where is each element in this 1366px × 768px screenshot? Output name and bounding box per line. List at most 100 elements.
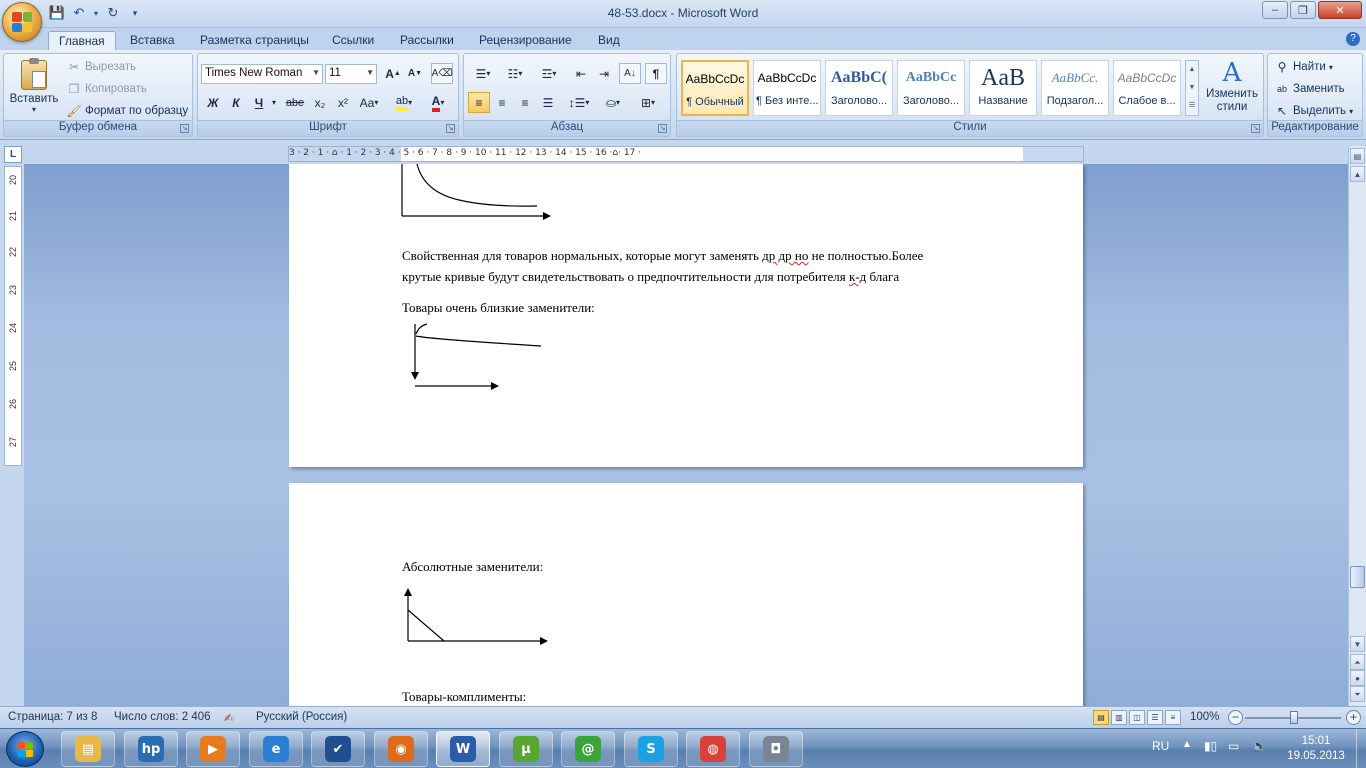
start-button[interactable] <box>6 731 44 767</box>
outline-icon[interactable]: ☰ <box>1147 710 1163 725</box>
minimize-button[interactable]: – <box>1262 1 1288 19</box>
office-button[interactable] <box>2 2 42 42</box>
paragraph-text[interactable]: Свойственная для товаров нормальных, кот… <box>402 245 923 266</box>
zoom-level[interactable]: 100% <box>1190 711 1219 723</box>
font-size-select[interactable]: 11 ▼ <box>325 64 377 84</box>
paragraph-text[interactable]: крутые кривые будут свидетельствовать о … <box>402 266 899 287</box>
style-subtitle[interactable]: AaBbCc. Подзагол... <box>1041 60 1109 116</box>
show-marks-button[interactable]: ¶ <box>645 63 667 84</box>
tab-view[interactable]: Вид <box>588 31 630 50</box>
numbering-button[interactable]: ☷ ▾ <box>500 63 530 84</box>
tab-home[interactable]: Главная <box>48 31 116 50</box>
font-family-select[interactable]: Times New Roman ▼ <box>201 64 323 84</box>
bold-button[interactable]: Ж <box>202 92 224 113</box>
dialog-launcher-icon[interactable]: ↘ <box>658 124 667 133</box>
align-center-button[interactable]: ≡ <box>491 92 513 113</box>
underline-button[interactable]: Ч <box>248 92 270 113</box>
browse-object-icon[interactable]: ● <box>1350 670 1365 686</box>
taskbar-app-hp[interactable]: hp <box>124 731 178 767</box>
style-normal[interactable]: AaBbCcDc ¶ Обычный <box>681 60 749 116</box>
spelling-error[interactable]: др др но <box>762 248 808 263</box>
dialog-launcher-icon[interactable]: ↘ <box>446 124 455 133</box>
next-page-icon[interactable]: ⏷ <box>1350 686 1365 702</box>
vertical-ruler[interactable]: 20 21 22 23 24 25 26 27 <box>4 166 22 466</box>
taskbar-app-chrome[interactable]: ◍ <box>686 731 740 767</box>
strikethrough-button[interactable]: abe <box>283 92 307 113</box>
line-spacing-button[interactable]: ↕☰ ▾ <box>564 92 594 113</box>
taskbar-app-explorer[interactable]: ▤ <box>61 731 115 767</box>
bullets-button[interactable]: ☰ ▾ <box>468 63 498 84</box>
tab-selector[interactable]: L <box>4 146 22 163</box>
tab-insert[interactable]: Вставка <box>120 31 185 50</box>
dialog-launcher-icon[interactable]: ↘ <box>180 124 189 133</box>
paragraph-text[interactable]: Товары очень близкие заменители: <box>402 297 595 318</box>
horizontal-ruler[interactable]: 3 · 2 · 1 · ⌂ · 1 · 2 · 3 · 4 · 5 · 6 · … <box>288 146 1084 162</box>
full-screen-reading-icon[interactable]: ▥ <box>1111 710 1127 725</box>
replace-button[interactable]: ab Заменить <box>1274 81 1345 97</box>
tab-mailings[interactable]: Рассылки <box>390 31 464 50</box>
copy-button[interactable]: ❐ Копировать <box>66 81 147 97</box>
proofing-icon[interactable]: ✍ <box>224 711 234 725</box>
cut-button[interactable]: ✂ Вырезать <box>66 59 136 75</box>
tab-page-layout[interactable]: Разметка страницы <box>190 31 319 50</box>
battery-icon[interactable]: ▭ <box>1228 739 1239 753</box>
justify-button[interactable]: ☰ <box>537 92 559 113</box>
select-button[interactable]: ↖ Выделить ▾ <box>1274 103 1353 119</box>
subscript-button[interactable]: x₂ <box>309 92 331 113</box>
style-heading-2[interactable]: AaBbCc Заголово... <box>897 60 965 116</box>
show-desktop-button[interactable] <box>1356 729 1366 768</box>
restore-button[interactable]: ❐ <box>1290 1 1316 19</box>
increase-indent-button[interactable]: ⇥ <box>593 63 615 84</box>
close-button[interactable]: ✕ <box>1318 1 1362 19</box>
font-color-button[interactable]: A ▾ <box>422 92 454 113</box>
taskbar-app-word[interactable]: W <box>436 731 490 767</box>
paste-button[interactable]: Вставить ▾ <box>8 58 60 120</box>
vertical-scrollbar[interactable]: ▤ ▲ ▼ ⏶ ● ⏷ <box>1348 146 1366 706</box>
scroll-thumb[interactable] <box>1350 566 1365 588</box>
page[interactable]: Абсолютные заменители: Товары-комплимент… <box>289 483 1083 706</box>
previous-page-icon[interactable]: ⏶ <box>1350 654 1365 670</box>
language-indicator[interactable]: Русский (Россия) <box>256 711 347 723</box>
web-layout-icon[interactable]: ◫ <box>1129 710 1145 725</box>
scroll-up-icon[interactable]: ▲ <box>1350 166 1365 182</box>
tab-references[interactable]: Ссылки <box>322 31 384 50</box>
tab-review[interactable]: Рецензирование <box>469 31 582 50</box>
sort-button[interactable]: A↓ <box>619 63 641 84</box>
find-button[interactable]: ⚲ Найти ▾ <box>1274 59 1333 75</box>
paragraph-text[interactable]: Абсолютные заменители: <box>402 556 543 577</box>
taskbar-app-utorrent[interactable]: µ <box>499 731 553 767</box>
dialog-launcher-icon[interactable]: ↘ <box>1251 124 1260 133</box>
change-case-button[interactable]: Aa ▾ <box>356 92 382 113</box>
grow-font-button[interactable]: A ▲ <box>383 63 403 84</box>
taskbar-app-skype[interactable]: S <box>624 731 678 767</box>
taskbar-app-media-player[interactable]: ▶ <box>186 731 240 767</box>
change-styles-button[interactable]: A Изменить стили <box>1203 58 1261 120</box>
align-left-button[interactable]: ≡ <box>468 92 490 113</box>
shrink-font-button[interactable]: A ▼ <box>405 63 425 84</box>
italic-button[interactable]: К <box>225 92 247 113</box>
ruler-toggle-icon[interactable]: ▤ <box>1350 148 1365 164</box>
clear-formatting-button[interactable]: A⌫ <box>431 63 453 84</box>
network-icon[interactable]: ▮▯ <box>1204 739 1217 753</box>
page[interactable]: Свойственная для товаров нормальных, кот… <box>289 164 1083 467</box>
superscript-button[interactable]: x² <box>332 92 354 113</box>
style-subtle-emphasis[interactable]: AaBbCcDc Слабое в... <box>1113 60 1181 116</box>
borders-button[interactable]: ⊞ ▾ <box>632 92 664 113</box>
taskbar-app-internet-explorer[interactable]: e <box>249 731 303 767</box>
zoom-out-button[interactable]: − <box>1228 710 1243 725</box>
spelling-error[interactable]: к-д <box>849 269 866 284</box>
document-area[interactable]: Свойственная для товаров нормальных, кот… <box>24 164 1348 706</box>
style-no-spacing[interactable]: AaBbCcDc ¶ Без инте... <box>753 60 821 116</box>
zoom-in-button[interactable]: + <box>1346 710 1361 725</box>
paragraph-text[interactable]: Товары-комплименты: <box>402 686 526 706</box>
format-painter-button[interactable]: 🖌 Формат по образцу <box>66 103 188 119</box>
highlight-button[interactable]: ab ▾ <box>388 92 420 113</box>
page-count[interactable]: Страница: 7 из 8 <box>8 711 97 723</box>
shading-button[interactable]: ⛀ ▾ <box>598 92 628 113</box>
volume-icon[interactable]: 🔈 <box>1252 739 1267 753</box>
style-title[interactable]: AaB Название <box>969 60 1037 116</box>
multilevel-list-button[interactable]: ☲ ▾ <box>534 63 564 84</box>
clock[interactable]: 15:01 19.05.2013 <box>1282 734 1350 764</box>
show-hidden-icons[interactable]: ▲ <box>1182 739 1192 750</box>
zoom-slider-thumb[interactable] <box>1290 711 1298 724</box>
